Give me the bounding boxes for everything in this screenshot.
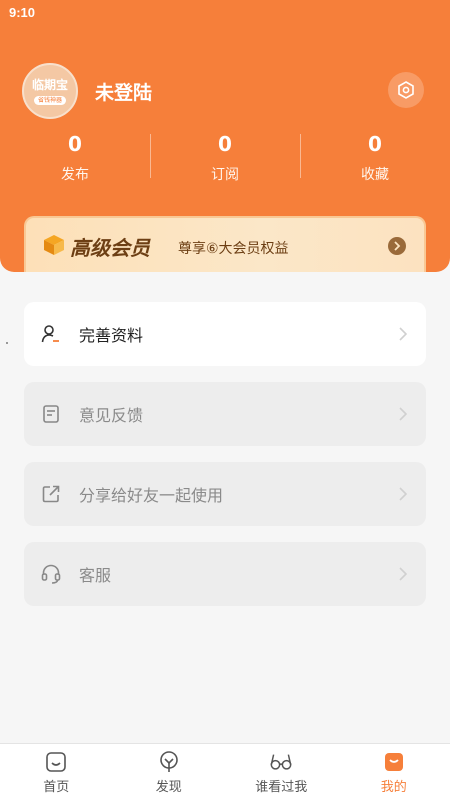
avatar-subtitle: 省钱神器 <box>33 95 66 105</box>
menu-label: 客服 <box>79 566 112 585</box>
bottom-tab-bar: 首页 发现 谁看过我 我的 <box>0 743 450 800</box>
share-icon <box>40 483 62 505</box>
vip-banner[interactable]: 高级会员 尊享⑥大会员权益 <box>24 216 426 272</box>
stat-subscribe[interactable]: 0 订阅 <box>150 130 300 185</box>
menu-item-feedback[interactable]: 意见反馈 <box>24 382 426 446</box>
stat-label: 收藏 <box>361 167 389 183</box>
tab-label: 首页 <box>43 780 70 795</box>
tab-discover[interactable]: 发现 <box>113 744 226 800</box>
stat-label: 订阅 <box>211 167 239 183</box>
gold-box-icon <box>44 235 64 255</box>
discover-icon <box>157 750 181 774</box>
headset-icon <box>40 563 62 585</box>
avatar-title: 临期宝 <box>31 77 68 92</box>
tab-mine[interactable]: 我的 <box>338 744 450 800</box>
stat-publish[interactable]: 0 发布 <box>0 130 150 185</box>
glasses-icon <box>269 750 293 774</box>
avatar[interactable]: 临期宝 省钱神器 <box>22 63 78 119</box>
menu-label: 完善资料 <box>79 326 144 345</box>
chevron-right-icon <box>399 327 408 341</box>
chevron-right-icon <box>399 407 408 421</box>
stat-value: 0 <box>218 132 232 156</box>
hexagon-settings-icon <box>398 81 414 99</box>
menu-label: 意见反馈 <box>79 406 144 425</box>
stat-favorite[interactable]: 0 收藏 <box>300 130 450 185</box>
user-edit-icon <box>40 323 62 345</box>
chevron-right-icon <box>399 487 408 501</box>
tab-who-viewed-me[interactable]: 谁看过我 <box>225 744 338 800</box>
vip-description: 尊享⑥大会员权益 <box>178 241 289 257</box>
tab-label: 发现 <box>155 780 182 795</box>
stat-label: 发布 <box>61 167 89 183</box>
settings-button[interactable] <box>388 72 424 108</box>
menu-label: 分享给好友一起使用 <box>79 486 224 505</box>
stats-row: 0 发布 0 订阅 0 收藏 <box>0 130 450 185</box>
menu-item-complete-profile[interactable]: 完善资料 <box>24 302 426 366</box>
feedback-doc-icon <box>40 403 62 425</box>
bag-icon <box>382 750 406 774</box>
vip-title: 高级会员 <box>70 236 150 260</box>
menu-item-customer-service[interactable]: 客服 <box>24 542 426 606</box>
tab-label: 谁看过我 <box>255 780 308 795</box>
status-bar-time: 9:10 <box>9 5 36 20</box>
stat-value: 0 <box>68 132 82 156</box>
home-icon <box>44 750 68 774</box>
username[interactable]: 未登陆 <box>95 78 152 105</box>
stat-divider <box>150 134 151 178</box>
stat-divider <box>300 134 301 178</box>
profile-header: 9:10 临期宝 省钱神器 未登陆 0 发布 0 订阅 0 收藏 高级会员 尊享… <box>0 0 450 272</box>
stat-value: 0 <box>368 132 382 156</box>
menu-item-share[interactable]: 分享给好友一起使用 <box>24 462 426 526</box>
stray-dot <box>6 342 8 344</box>
tab-home[interactable]: 首页 <box>0 744 113 800</box>
tab-label: 我的 <box>380 780 407 795</box>
chevron-right-icon[interactable] <box>388 237 406 255</box>
chevron-right-icon <box>399 567 408 581</box>
